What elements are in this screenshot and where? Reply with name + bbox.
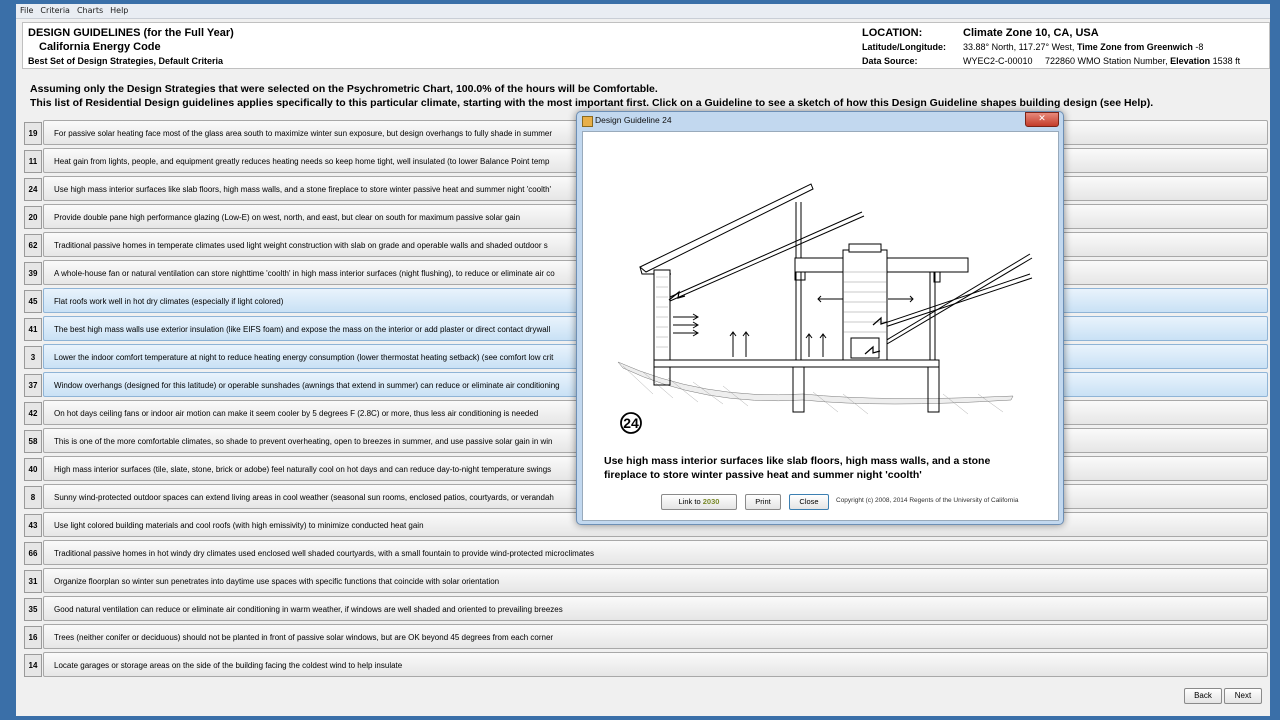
guideline-dialog: Design Guideline 24 ✕ 24 Use high mass i… [576,111,1064,525]
link-2030-button[interactable]: Link to 2030 [661,494,737,510]
latlon-value: 33.88° North, 117.27° West, [963,42,1075,52]
print-button[interactable]: Print [745,494,781,510]
guideline-number: 62 [24,234,42,257]
timezone-label: Time Zone from Greenwich [1076,42,1193,52]
guideline-number: 37 [24,374,42,397]
back-button[interactable]: Back [1184,688,1222,704]
elevation-value: 1538 ft [1212,56,1241,66]
close-icon[interactable]: ✕ [1025,112,1059,127]
guideline-number: 40 [24,458,42,481]
guideline-number: 66 [24,542,42,565]
menu-bar: File Criteria Charts Help [16,4,1270,19]
guideline-row[interactable]: 14 Locate garages or storage areas on the… [24,652,1268,677]
menu-help[interactable]: Help [106,4,131,18]
guideline-row[interactable]: 31 Organize floorplan so winter sun penet… [24,568,1268,593]
page-title: DESIGN GUIDELINES (for the Full Year) [28,27,234,39]
location-label: LOCATION: [862,27,923,39]
strategy-set: Best Set of Design Strategies, Default C… [28,56,224,66]
guideline-row[interactable]: 66 Traditional passive homes in hot windy… [24,540,1268,565]
guideline-number: 45 [24,290,42,313]
dialog-title: Design Guideline 24 [595,115,672,125]
guideline-number: 16 [24,626,42,649]
guideline-text[interactable]: Organize floorplan so winter sun penetra… [43,568,1268,593]
source-label: Data Source: [862,56,918,66]
guideline-number: 11 [24,150,42,173]
elevation-label: Elevation [1170,56,1211,66]
guideline-number: 3 [24,346,42,369]
guideline-text[interactable]: Trees (neither conifer or deciduous) sho… [43,624,1268,649]
menu-file[interactable]: File [16,4,36,18]
guideline-number: 35 [24,598,42,621]
summary-text: Assuming only the Design Strategies that… [30,82,1260,110]
menu-charts[interactable]: Charts [73,4,106,18]
timezone-value: -8 [1195,42,1204,52]
dialog-body: 24 Use high mass interior surfaces like … [582,131,1059,521]
guideline-row[interactable]: 35 Good natural ventilation can reduce or… [24,596,1268,621]
guideline-row[interactable]: 16 Trees (neither conifer or deciduous) s… [24,624,1268,649]
guideline-number: 24 [24,178,42,201]
header-panel: DESIGN GUIDELINES (for the Full Year) Ca… [22,22,1270,69]
location-value: Climate Zone 10, CA, USA [963,27,1099,39]
link-label: Link to [678,497,701,506]
guideline-number: 43 [24,514,42,537]
guideline-badge: 24 [623,415,639,431]
guideline-number: 20 [24,206,42,229]
building-section-sketch: 24 [617,183,1033,434]
latlon-row: 33.88° North, 117.27° West, Time Zone fr… [963,42,1203,52]
guideline-number: 42 [24,402,42,425]
guideline-number: 41 [24,318,42,341]
guideline-text[interactable]: Locate garages or storage areas on the s… [43,652,1268,677]
guideline-number: 39 [24,262,42,285]
dialog-close-button[interactable]: Close [789,494,829,510]
app-icon [582,116,593,127]
energy-code: California Energy Code [39,41,161,53]
guideline-number: 19 [24,122,42,145]
guideline-number: 31 [24,570,42,593]
guideline-number: 14 [24,654,42,677]
copyright-text: Copyright (c) 2008, 2014 Regents of the … [836,497,1019,504]
logo-2030-icon: 2030 [702,497,720,506]
guideline-text[interactable]: Traditional passive homes in hot windy d… [43,540,1268,565]
guideline-number: 58 [24,430,42,453]
guideline-number: 8 [24,486,42,509]
next-button[interactable]: Next [1224,688,1262,704]
menu-criteria[interactable]: Criteria [36,4,73,18]
dialog-caption: Use high mass interior surfaces like sla… [604,455,991,481]
source-value: WYEC2-C-00010 722860 WMO Station Number, [963,56,1168,66]
latlon-label: Latitude/Longitude: [862,42,946,52]
summary-line-1: Assuming only the Design Strategies that… [30,83,658,95]
summary-line-2: This list of Residential Design guidelin… [30,97,1154,109]
source-row: WYEC2-C-00010 722860 WMO Station Number,… [963,56,1240,66]
guideline-text[interactable]: Good natural ventilation can reduce or e… [43,596,1268,621]
